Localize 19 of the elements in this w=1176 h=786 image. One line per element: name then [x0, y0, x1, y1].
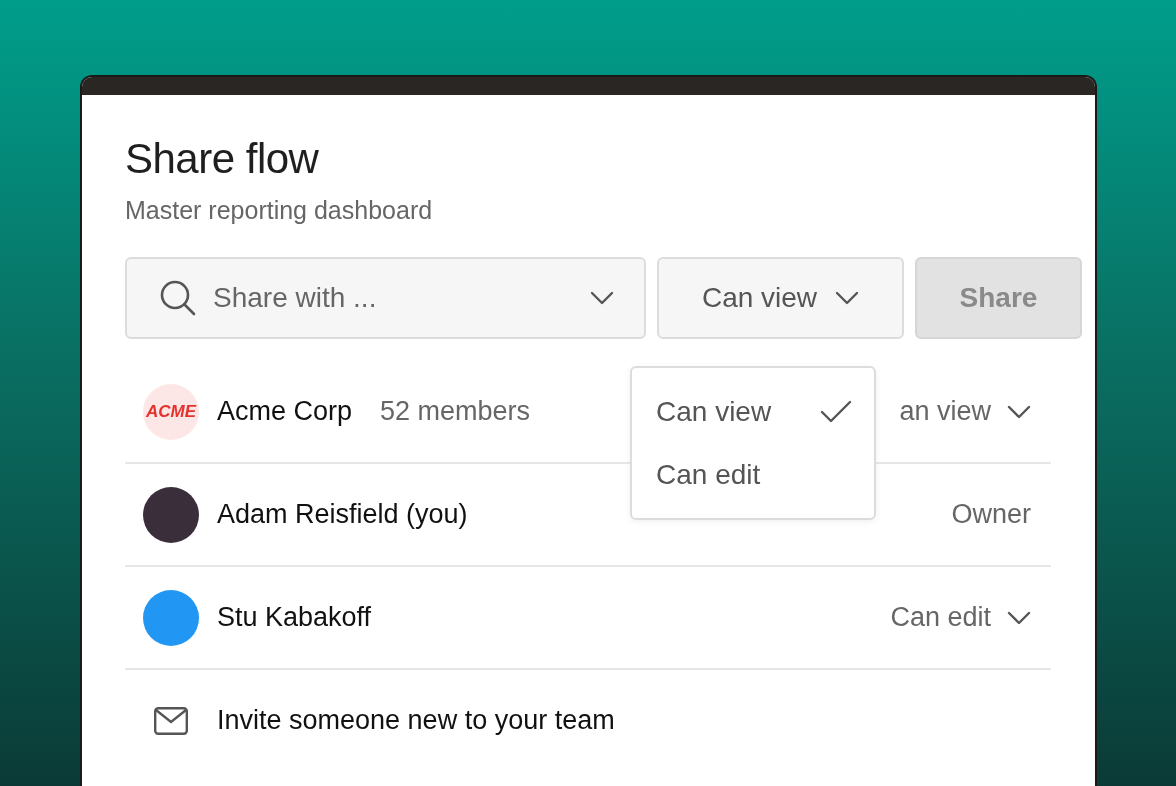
chevron-down-icon [835, 291, 860, 305]
dialog-subtitle: Master reporting dashboard [125, 195, 434, 225]
permission-dropdown[interactable]: Can view [657, 257, 904, 339]
menu-option[interactable]: Can view [632, 380, 874, 443]
dialog-title: Share flow [125, 134, 320, 184]
member-count: 52 members [380, 396, 531, 427]
chevron-down-icon [590, 291, 614, 305]
search-icon [159, 279, 197, 317]
role-dropdown[interactable]: an view [899, 396, 1031, 427]
invite-link[interactable]: Invite someone new to your team [217, 705, 615, 736]
share-with-field[interactable]: Share with ... [125, 257, 646, 339]
search-input[interactable]: Share with ... [211, 281, 576, 315]
company-logo: ACME [143, 383, 199, 440]
role-dropdown[interactable]: Can edit [890, 602, 1031, 633]
member-name: Acme Corp [217, 396, 353, 427]
role-label: Owner [951, 499, 1031, 530]
member-name: Stu Kabakoff [217, 602, 372, 633]
member-name: Adam Reisfield (you) [217, 499, 468, 530]
menu-option[interactable]: Can edit [632, 443, 874, 506]
